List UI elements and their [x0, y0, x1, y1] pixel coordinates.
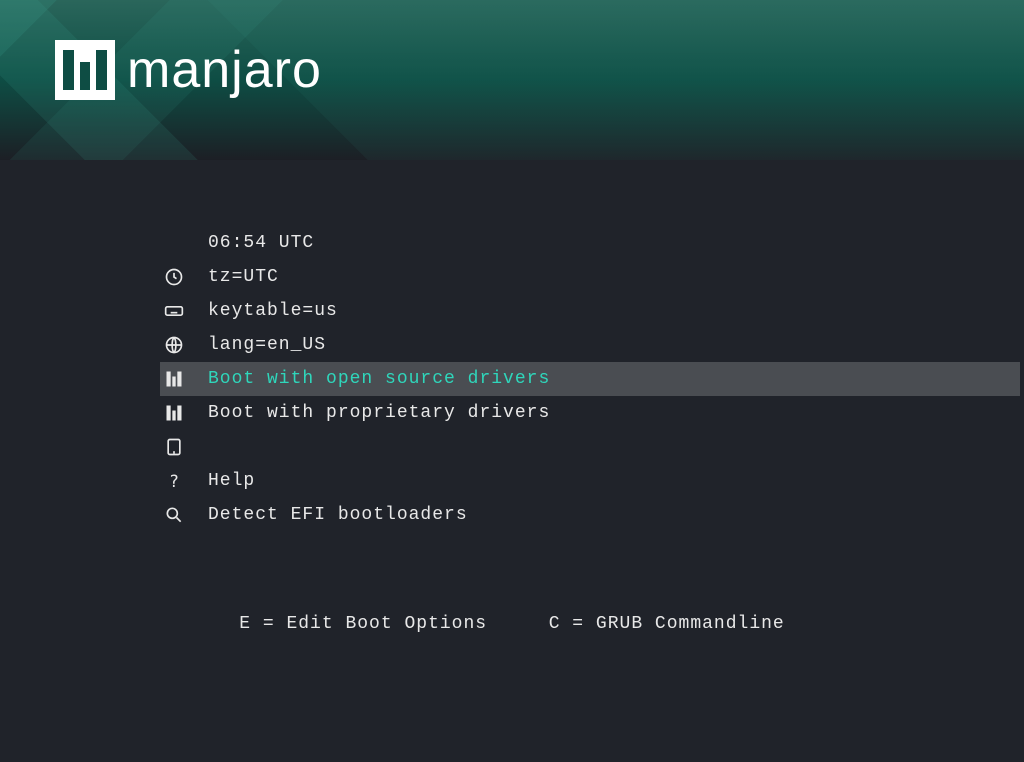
keyboard-icon	[160, 301, 208, 321]
boot-icon	[160, 437, 208, 457]
clock-icon	[160, 267, 208, 287]
menu-label: Help	[208, 471, 255, 491]
boot-menu: 06:54 UTC tz=UTC keytable=us	[160, 226, 1020, 532]
menu-item-language[interactable]: lang=en_US	[160, 328, 1020, 362]
manjaro-logo-icon	[55, 40, 115, 100]
menu-item-help[interactable]: ? Help	[160, 464, 1020, 498]
header-banner: manjaro	[0, 0, 1024, 160]
menu-label: keytable=us	[208, 301, 338, 321]
brand-name: manjaro	[127, 40, 322, 100]
menu-item-boot-option[interactable]	[160, 430, 1020, 464]
manjaro-icon	[160, 403, 208, 423]
footer-hints: E = Edit Boot Options C = GRUB Commandli…	[0, 614, 1024, 634]
brand-logo: manjaro	[55, 40, 322, 100]
hint-edit: E = Edit Boot Options	[239, 614, 487, 634]
menu-item-detect-efi[interactable]: Detect EFI bootloaders	[160, 498, 1020, 532]
help-icon: ?	[160, 471, 208, 491]
svg-text:?: ?	[169, 472, 180, 491]
globe-icon	[160, 335, 208, 355]
menu-label: Boot with proprietary drivers	[208, 403, 550, 423]
menu-label: Detect EFI bootloaders	[208, 505, 468, 525]
menu-label: Boot with open source drivers	[208, 369, 550, 389]
hint-cmdline: C = GRUB Commandline	[549, 614, 785, 634]
clock-text: 06:54 UTC	[208, 233, 314, 253]
manjaro-icon	[160, 369, 208, 389]
menu-label: lang=en_US	[208, 335, 326, 355]
menu-item-timezone[interactable]: tz=UTC	[160, 260, 1020, 294]
clock-display: 06:54 UTC	[160, 226, 1020, 260]
menu-item-boot-proprietary[interactable]: Boot with proprietary drivers	[160, 396, 1020, 430]
menu-label: tz=UTC	[208, 267, 279, 287]
menu-item-keytable[interactable]: keytable=us	[160, 294, 1020, 328]
search-icon	[160, 505, 208, 525]
menu-item-boot-open-source[interactable]: Boot with open source drivers	[160, 362, 1020, 396]
